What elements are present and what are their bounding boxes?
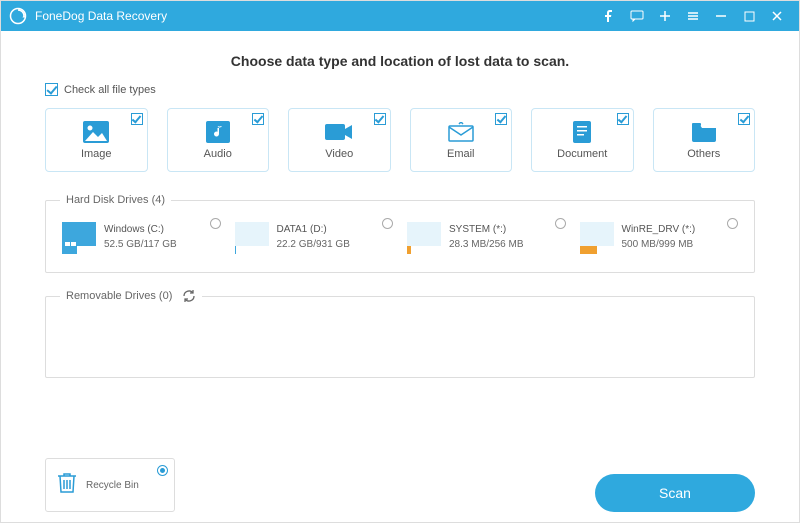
drive-name: DATA1 (D:): [277, 222, 350, 237]
drive-name: WinRE_DRV (*:): [622, 222, 696, 237]
filetype-label: Audio: [204, 148, 232, 160]
drive-radio[interactable]: [382, 218, 393, 229]
drive-1[interactable]: DATA1 (D:)22.2 GB/931 GB: [233, 218, 396, 258]
app-logo-icon: [9, 7, 27, 25]
filetype-label: Document: [557, 148, 607, 160]
maximize-button[interactable]: [735, 1, 763, 31]
filetype-label: Image: [81, 148, 112, 160]
filetype-image[interactable]: Image: [45, 108, 148, 172]
drive-2[interactable]: SYSTEM (*:)28.3 MB/256 MB: [405, 218, 568, 258]
drive-size: 28.3 MB/256 MB: [449, 237, 523, 252]
document-icon: [568, 120, 596, 144]
drive-size: 500 MB/999 MB: [622, 237, 696, 252]
drive-icon: [62, 222, 96, 254]
check-all-label: Check all file types: [64, 84, 156, 96]
check-all-checkbox[interactable]: [45, 83, 58, 96]
filetype-document-checkbox[interactable]: [617, 113, 629, 125]
drive-size: 22.2 GB/931 GB: [277, 237, 350, 252]
filetype-email-checkbox[interactable]: [495, 113, 507, 125]
minimize-button[interactable]: [707, 1, 735, 31]
removable-group: Removable Drives (0): [45, 289, 755, 378]
recycle-radio[interactable]: [157, 465, 168, 476]
filetype-label: Email: [447, 148, 475, 160]
audio-icon: [204, 120, 232, 144]
drive-icon: [235, 222, 269, 254]
filetype-grid: Image Audio Video Email Document Others: [45, 108, 755, 172]
drive-icon: [407, 222, 441, 254]
drive-radio[interactable]: [727, 218, 738, 229]
drive-0[interactable]: Windows (C:)52.5 GB/117 GB: [60, 218, 223, 258]
recycle-bin-option[interactable]: Recycle Bin: [45, 458, 175, 512]
recycle-label: Recycle Bin: [86, 480, 139, 491]
trash-icon: [56, 471, 78, 500]
email-icon: [447, 120, 475, 144]
drive-name: SYSTEM (*:): [449, 222, 523, 237]
folder-icon: [690, 120, 718, 144]
filetype-video-checkbox[interactable]: [374, 113, 386, 125]
removable-legend: Removable Drives (0): [60, 289, 202, 303]
filetype-others[interactable]: Others: [653, 108, 756, 172]
close-button[interactable]: [763, 1, 791, 31]
drive-3[interactable]: WinRE_DRV (*:)500 MB/999 MB: [578, 218, 741, 258]
drive-icon: [580, 222, 614, 254]
refresh-icon[interactable]: [182, 289, 196, 303]
page-heading: Choose data type and location of lost da…: [45, 53, 755, 69]
image-icon: [82, 120, 110, 144]
filetype-audio-checkbox[interactable]: [252, 113, 264, 125]
plus-icon[interactable]: [651, 1, 679, 31]
filetype-others-checkbox[interactable]: [738, 113, 750, 125]
filetype-email[interactable]: Email: [410, 108, 513, 172]
drive-radio[interactable]: [210, 218, 221, 229]
filetype-audio[interactable]: Audio: [167, 108, 270, 172]
drive-size: 52.5 GB/117 GB: [104, 237, 177, 252]
app-title: FoneDog Data Recovery: [35, 9, 167, 23]
facebook-icon[interactable]: [595, 1, 623, 31]
filetype-image-checkbox[interactable]: [131, 113, 143, 125]
filetype-video[interactable]: Video: [288, 108, 391, 172]
titlebar: FoneDog Data Recovery: [1, 1, 799, 31]
filetype-label: Video: [325, 148, 353, 160]
hdd-group: Hard Disk Drives (4) Windows (C:)52.5 GB…: [45, 194, 755, 273]
drive-radio[interactable]: [555, 218, 566, 229]
video-icon: [325, 120, 353, 144]
removable-empty: [60, 315, 740, 363]
scan-button[interactable]: Scan: [595, 474, 755, 512]
hdd-legend: Hard Disk Drives (4): [60, 194, 171, 206]
check-all-row[interactable]: Check all file types: [45, 83, 755, 96]
filetype-label: Others: [687, 148, 720, 160]
menu-icon[interactable]: [679, 1, 707, 31]
filetype-document[interactable]: Document: [531, 108, 634, 172]
drive-name: Windows (C:): [104, 222, 177, 237]
feedback-icon[interactable]: [623, 1, 651, 31]
